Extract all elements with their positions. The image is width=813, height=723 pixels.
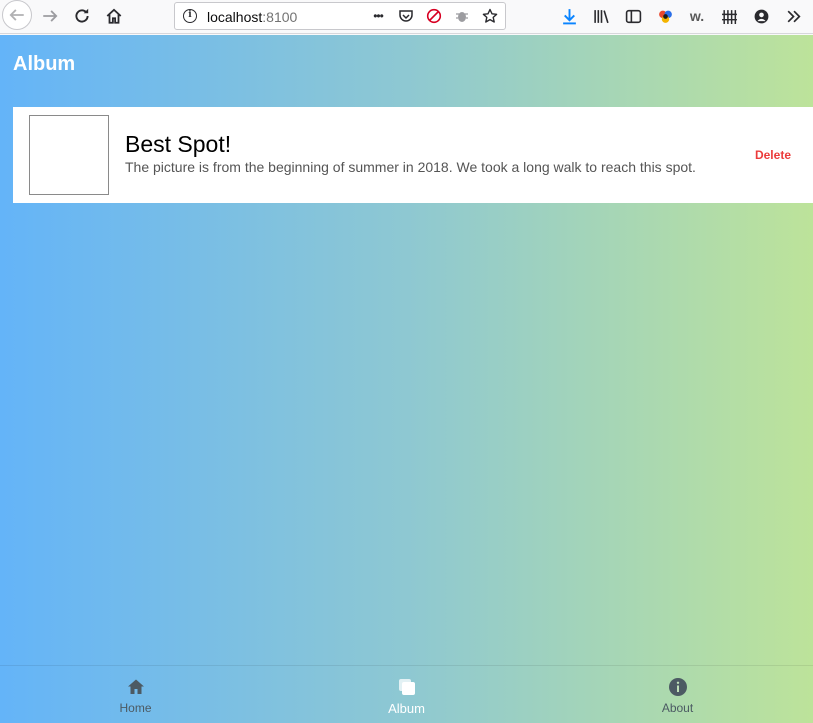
tab-about[interactable]: About	[542, 666, 813, 723]
sidebar-button[interactable]	[621, 4, 645, 28]
app-content: Album Best Spot! The picture is from the…	[0, 35, 813, 723]
colorful-extension-button[interactable]	[653, 4, 677, 28]
library-button[interactable]	[589, 4, 613, 28]
overflow-menu-button[interactable]	[781, 4, 805, 28]
back-button[interactable]	[2, 0, 32, 30]
album-thumbnail[interactable]	[29, 115, 109, 195]
toolbar-right-icons: w.	[557, 4, 805, 28]
home-icon	[125, 676, 147, 698]
color-dots-icon	[658, 10, 672, 23]
page-title: Album	[13, 53, 76, 75]
bookmark-star-button[interactable]	[479, 5, 501, 27]
w-logo-icon: w.	[689, 8, 705, 24]
url-text[interactable]: localhost:8100	[207, 9, 297, 25]
account-icon	[754, 9, 768, 23]
w-extension-button[interactable]: w.	[685, 4, 709, 28]
arrow-left-icon	[9, 9, 24, 21]
downloads-button[interactable]	[557, 4, 581, 28]
album-item-title: Best Spot!	[125, 131, 232, 157]
reload-icon	[75, 8, 89, 23]
library-icon	[593, 9, 609, 23]
bug-button[interactable]	[451, 5, 473, 27]
tab-album[interactable]: Album	[271, 666, 542, 723]
tab-bar: Home Album About	[0, 665, 813, 723]
pocket-icon	[399, 10, 413, 22]
album-item-description: The picture is from the beginning of sum…	[125, 159, 696, 175]
bug-icon	[456, 12, 468, 22]
account-button[interactable]	[749, 4, 773, 28]
url-actions: •••	[367, 5, 501, 27]
tab-about-label: About	[661, 701, 694, 715]
more-icon: •••	[373, 9, 384, 23]
reload-button[interactable]	[68, 2, 96, 30]
arrow-right-icon	[43, 10, 58, 22]
delete-button[interactable]: Delete	[755, 148, 791, 162]
page-actions-button[interactable]: •••	[367, 5, 389, 27]
pocket-button[interactable]	[395, 5, 417, 27]
browser-toolbar: i localhost:8100 ••• w.	[0, 0, 813, 34]
blocked-addon-button[interactable]	[423, 5, 445, 27]
tab-home-label: Home	[119, 701, 152, 715]
url-port: :8100	[262, 9, 298, 25]
star-icon	[482, 8, 498, 23]
home-outline-icon	[106, 8, 122, 24]
download-icon	[562, 8, 576, 24]
images-icon	[396, 676, 418, 698]
url-host: localhost	[207, 9, 263, 25]
site-info-icon[interactable]: i	[183, 9, 197, 23]
home-button[interactable]	[100, 2, 128, 30]
blocked-icon	[426, 8, 442, 24]
url-bar[interactable]: i localhost:8100 •••	[174, 2, 506, 30]
tab-home[interactable]: Home	[0, 666, 271, 723]
info-icon	[667, 676, 689, 698]
tab-album-label: Album	[388, 701, 425, 716]
forward-button[interactable]	[36, 2, 64, 30]
album-item-card[interactable]: Best Spot! The picture is from the begin…	[13, 107, 813, 203]
fence-icon	[721, 9, 737, 24]
fence-extension-button[interactable]	[717, 4, 741, 28]
chevron-double-right-icon	[787, 10, 801, 22]
sidebar-icon	[625, 9, 641, 23]
